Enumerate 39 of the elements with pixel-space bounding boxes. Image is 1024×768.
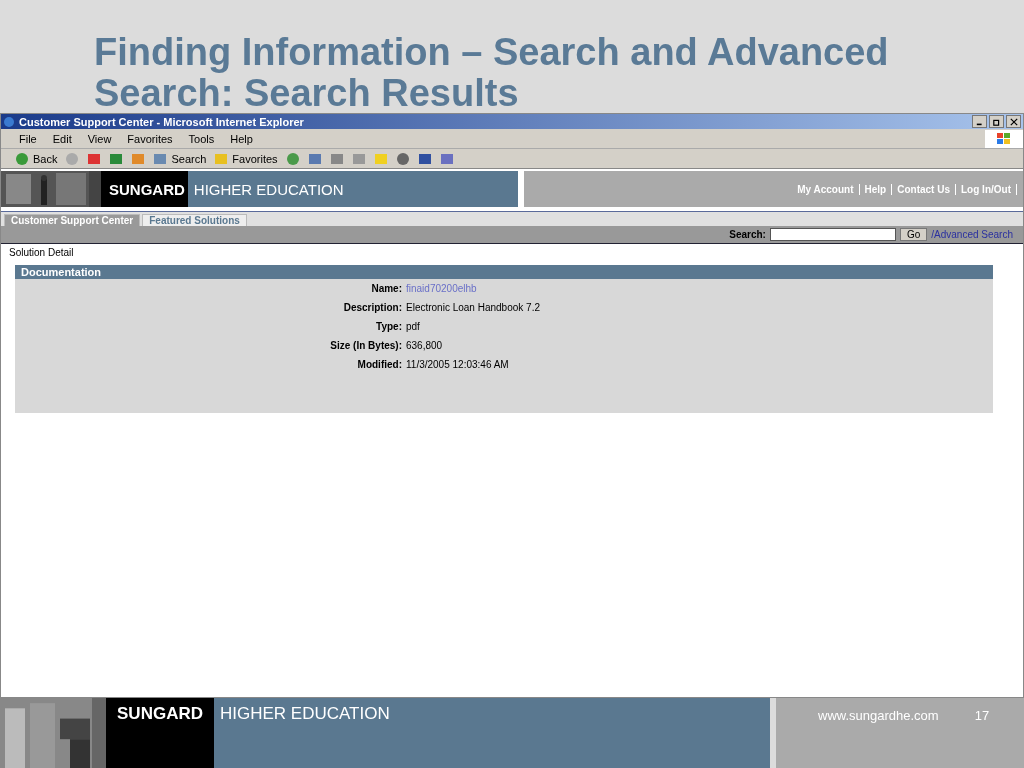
window-title: Customer Support Center - Microsoft Internet Explorer [19, 115, 304, 128]
panel-title: Documentation [15, 265, 993, 279]
browser-icon [3, 115, 15, 128]
toolbar-button-label[interactable]: Search [171, 152, 207, 165]
close-icon [1009, 117, 1018, 126]
menu-item[interactable]: File [19, 132, 37, 145]
slide-title: Finding Information – Search and Advanced Search: Search Results [94, 32, 890, 114]
search-field[interactable] [769, 228, 896, 241]
toolbar-button-label[interactable]: Back [33, 152, 58, 165]
field-label: Description: [342, 302, 402, 313]
menu-item[interactable]: View [87, 132, 112, 145]
brand-tagline: HIGHER EDUCATION [187, 171, 524, 207]
restore-button[interactable] [989, 115, 1004, 128]
field-value: Electronic Loan Handbook 7.2 [406, 302, 541, 313]
footer-brand-tagline: HIGHER EDUCATION [220, 704, 390, 723]
advanced-search-link[interactable]: /Advanced Search [931, 229, 1013, 240]
menu-item[interactable]: Help [230, 132, 253, 145]
brand-logo: SUNGARD [101, 171, 188, 207]
field-value: 11/3/2005 12:03:46 AM [406, 359, 510, 370]
field-label: Modified: [356, 359, 402, 370]
field-value: 636,800 [406, 340, 444, 351]
menu-item[interactable]: Edit [52, 132, 72, 145]
tab[interactable]: Featured Solutions [142, 214, 247, 226]
footer-url: www.sungardhe.com [818, 708, 939, 725]
minimize-button[interactable] [972, 115, 987, 128]
go-button[interactable]: Go [899, 228, 928, 241]
field-label: Size (In Bytes): [329, 340, 402, 351]
toolbar-button-label[interactable]: Favorites [232, 152, 278, 165]
footer-brand-logo: SUNGARD [117, 704, 203, 724]
page-number: 17 [974, 708, 990, 725]
field-value: pdf [406, 321, 421, 332]
close-button[interactable] [1006, 115, 1021, 128]
menu-item[interactable]: Favorites [127, 132, 173, 145]
field-label: Type: [375, 321, 402, 332]
search-label: Search: [729, 229, 766, 240]
breadcrumb: Solution Detail [9, 247, 75, 258]
menu-item[interactable]: Tools [188, 132, 215, 145]
restore-icon [992, 117, 1001, 126]
field-label: Name: [370, 283, 402, 294]
